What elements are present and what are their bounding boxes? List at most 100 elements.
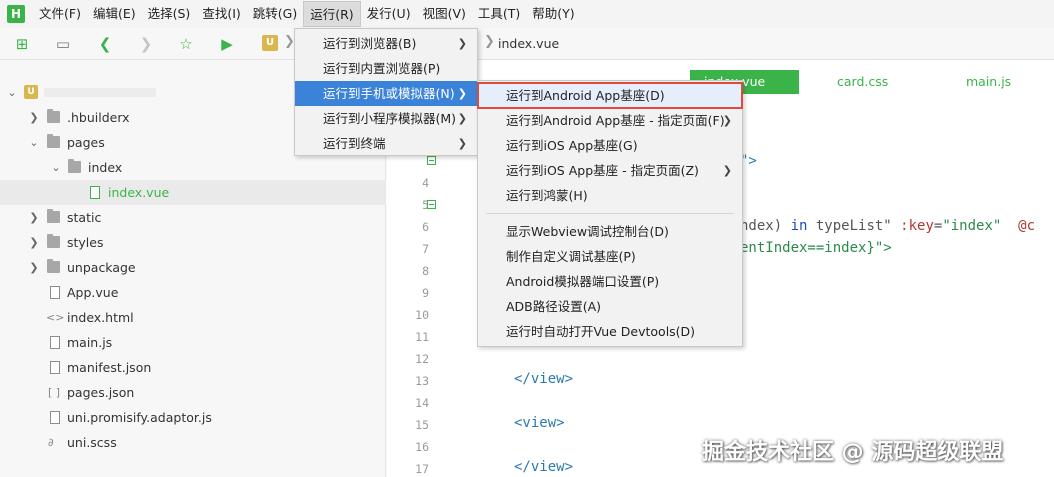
menu-item-label: 制作自定义调试基座(P) <box>506 249 636 264</box>
tree-item[interactable]: uni.promisify.adaptor.js <box>0 405 386 430</box>
menu-goto[interactable]: 跳转(G) <box>247 1 303 27</box>
tree-item-label: index.vue <box>108 185 170 200</box>
breadcrumb-chevron-icon: ❯ <box>484 34 495 49</box>
scss-file-icon: ∂ <box>48 436 54 449</box>
run-menu-item-phone-emulator[interactable]: 运行到手机或模拟器(N) ❯ <box>295 81 477 106</box>
run-icon[interactable]: ▶ <box>217 34 237 54</box>
menu-publish[interactable]: 发行(U) <box>361 1 417 27</box>
menu-view[interactable]: 视图(V) <box>417 1 472 27</box>
menu-edit[interactable]: 编辑(E) <box>87 1 142 27</box>
menu-select[interactable]: 选择(S) <box>142 1 197 27</box>
tree-item[interactable]: App.vue <box>0 280 386 305</box>
tab-card-css[interactable]: card.css <box>837 70 888 94</box>
code-token: "index" <box>942 218 1002 234</box>
menu-item-label: 运行到鸿蒙(H) <box>506 188 588 203</box>
chevron-right-icon: ❯ <box>722 164 732 177</box>
new-file-icon[interactable]: ⊞ <box>12 34 32 54</box>
tree-item[interactable]: <> index.html <box>0 305 386 330</box>
chevron-down-icon: ⌄ <box>29 136 39 149</box>
chevron-right-icon: ❯ <box>722 114 732 127</box>
submenu-item-vue-devtools[interactable]: 运行时自动打开Vue Devtools(D) <box>478 319 742 344</box>
code-token: entIndex==index}"> <box>740 240 892 256</box>
submenu-item-emulator-port[interactable]: Android模拟器端口设置(P) <box>478 269 742 294</box>
folder-icon <box>47 259 60 273</box>
submenu-item-adb-path[interactable]: ADB路径设置(A) <box>478 294 742 319</box>
menu-tools[interactable]: 工具(T) <box>472 1 526 27</box>
folder-icon <box>68 159 81 173</box>
submenu-item-harmony[interactable]: 运行到鸿蒙(H) <box>478 183 742 208</box>
line-number: 11 <box>415 330 429 344</box>
menu-help[interactable]: 帮助(Y) <box>526 1 580 27</box>
tree-item-label: unpackage <box>67 260 136 275</box>
chevron-down-icon: ⌄ <box>51 161 61 174</box>
chevron-right-icon: ❯ <box>29 236 39 249</box>
tree-item-label: App.vue <box>67 285 119 300</box>
run-menu-item-miniprogram[interactable]: 运行到小程序模拟器(M) ❯ <box>295 106 477 131</box>
tree-item[interactable]: ❯ unpackage <box>0 255 386 280</box>
line-number: 12 <box>415 352 429 366</box>
line-number: 7 <box>422 242 429 256</box>
menu-find[interactable]: 查找(I) <box>196 1 246 27</box>
run-menu: 运行到浏览器(B) ❯ 运行到内置浏览器(P) 运行到手机或模拟器(N) ❯ 运… <box>294 28 478 156</box>
back-icon[interactable]: ❮ <box>95 34 115 54</box>
menu-file[interactable]: 文件(F) <box>33 1 87 27</box>
tree-item[interactable]: [ ] pages.json <box>0 380 386 405</box>
code-token: @c <box>1001 218 1036 234</box>
tree-item[interactable]: index.vue <box>0 180 386 205</box>
menu-item-label: 运行到iOS App基座(G) <box>506 138 638 153</box>
chevron-right-icon: ❯ <box>457 137 467 150</box>
tree-item-label: pages.json <box>67 385 135 400</box>
submenu-item-webview-console[interactable]: 显示Webview调试控制台(D) <box>478 219 742 244</box>
star-icon[interactable]: ☆ <box>176 34 196 54</box>
menu-run[interactable]: 运行(R) <box>303 1 361 27</box>
forward-icon[interactable]: ❯ <box>136 34 156 54</box>
submenu-item-ios-page[interactable]: 运行到iOS App基座 - 指定页面(Z) ❯ <box>478 158 742 183</box>
tree-item-label: index.html <box>67 310 134 325</box>
tree-item[interactable]: ❯ static <box>0 205 386 230</box>
line-number: 5 <box>422 198 429 212</box>
fold-toggle-icon[interactable] <box>427 156 436 165</box>
redacted-project-name <box>44 88 156 97</box>
submenu-item-android-base[interactable]: 运行到Android App基座(D) <box>477 82 743 109</box>
tree-item[interactable]: ∂ uni.scss <box>0 430 386 455</box>
chevron-down-icon: ⌄ <box>7 86 17 99</box>
save-icon[interactable]: ▭ <box>53 34 73 54</box>
phone-emulator-submenu: 运行到Android App基座(D) 运行到Android App基座 - 指… <box>477 80 743 347</box>
js-file-icon <box>50 336 60 349</box>
project-badge-icon: U <box>262 35 278 51</box>
tree-item[interactable]: main.js <box>0 330 386 355</box>
chevron-right-icon: ❯ <box>457 37 467 50</box>
run-menu-item-builtin-browser[interactable]: 运行到内置浏览器(P) <box>295 56 477 81</box>
line-number: 8 <box>422 264 429 278</box>
code-token: typeList" <box>807 218 901 234</box>
tree-item-label: uni.promisify.adaptor.js <box>67 410 212 425</box>
tree-item[interactable]: ⌄ index <box>0 155 386 180</box>
run-menu-item-browser[interactable]: 运行到浏览器(B) ❯ <box>295 31 477 56</box>
vue-file-icon <box>50 286 60 299</box>
line-number: 9 <box>422 286 429 300</box>
menubar: H 文件(F) 编辑(E) 选择(S) 查找(I) 跳转(G) 运行(R) 发行… <box>0 0 1054 28</box>
tree-item[interactable]: manifest.json <box>0 355 386 380</box>
submenu-item-custom-base[interactable]: 制作自定义调试基座(P) <box>478 244 742 269</box>
submenu-item-ios-base[interactable]: 运行到iOS App基座(G) <box>478 133 742 158</box>
run-menu-item-terminal[interactable]: 运行到终端 ❯ <box>295 131 477 156</box>
folder-icon <box>47 109 60 123</box>
line-number: 10 <box>415 308 429 322</box>
menu-divider <box>486 213 734 214</box>
breadcrumb-current-file[interactable]: index.vue <box>498 36 559 51</box>
chevron-right-icon: ❯ <box>457 112 467 125</box>
menu-item-label: 运行时自动打开Vue Devtools(D) <box>506 324 696 339</box>
menu-item-label: 运行到iOS App基座 - 指定页面(Z) <box>506 163 699 178</box>
menu-item-label: 运行到Android App基座(D) <box>506 88 665 103</box>
line-number: 16 <box>415 440 429 454</box>
submenu-item-android-page[interactable]: 运行到Android App基座 - 指定页面(F) ❯ <box>478 108 742 133</box>
line-number: 15 <box>415 418 429 432</box>
tree-item[interactable]: ❯ styles <box>0 230 386 255</box>
js-file-icon <box>50 411 60 424</box>
menu-item-label: 运行到内置浏览器(P) <box>323 61 441 76</box>
code-token: :key <box>900 218 934 234</box>
code-line: ndex) in typeList" :key="index" @c <box>740 218 1035 234</box>
menu-item-label: 运行到终端 <box>323 136 386 151</box>
tab-main-js[interactable]: main.js <box>966 70 1011 94</box>
fold-toggle-icon[interactable] <box>427 200 436 209</box>
